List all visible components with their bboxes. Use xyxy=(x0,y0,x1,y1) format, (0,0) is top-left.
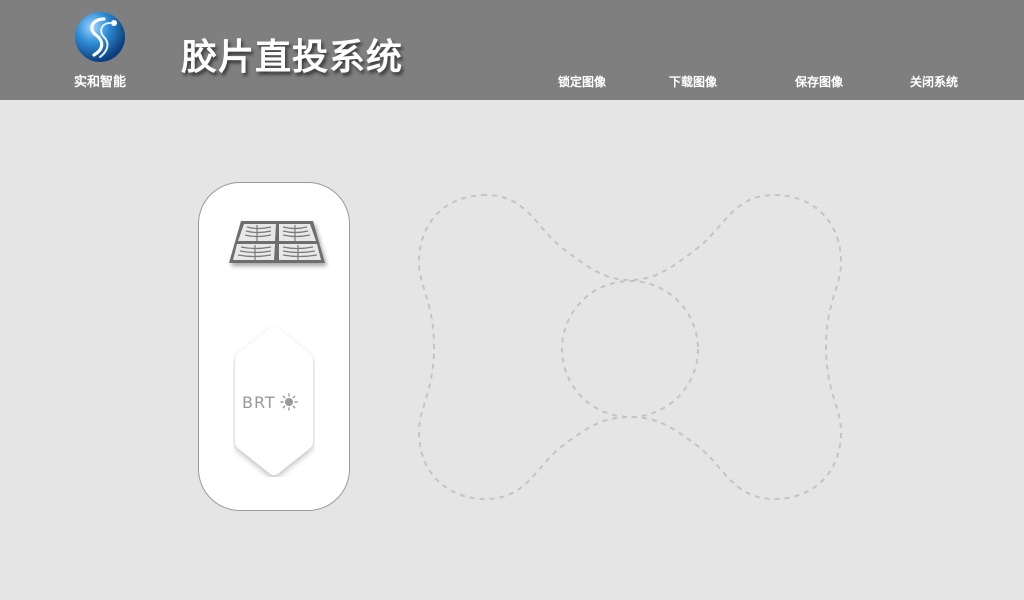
sun-icon xyxy=(280,393,298,411)
logo-text: 实和智能 xyxy=(73,75,126,90)
menu-lock-image[interactable]: 锁定图像 xyxy=(558,73,606,90)
dpad-outer-outline xyxy=(417,193,843,501)
menu-save-image[interactable]: 保存图像 xyxy=(795,73,843,90)
app-title: 胶片直投系统 xyxy=(181,37,404,78)
control-panel: BRT xyxy=(198,182,350,511)
menu-download-image[interactable]: 下载图像 xyxy=(669,73,717,90)
dpad-center-outline xyxy=(561,280,699,418)
xray-grid-icon xyxy=(229,221,325,263)
brightness-label-group: BRT xyxy=(242,391,298,413)
logo-globe-icon xyxy=(75,12,125,62)
directional-pad-outline[interactable] xyxy=(416,192,844,502)
brightness-label: BRT xyxy=(242,392,276,412)
menu-close-system[interactable]: 关闭系统 xyxy=(910,73,958,90)
header-bar: 实和智能 胶片直投系统 锁定图像 下载图像 保存图像 关闭系统 xyxy=(0,0,1024,100)
image-layout-button[interactable] xyxy=(225,217,329,273)
company-logo: 实和智能 xyxy=(64,8,136,92)
